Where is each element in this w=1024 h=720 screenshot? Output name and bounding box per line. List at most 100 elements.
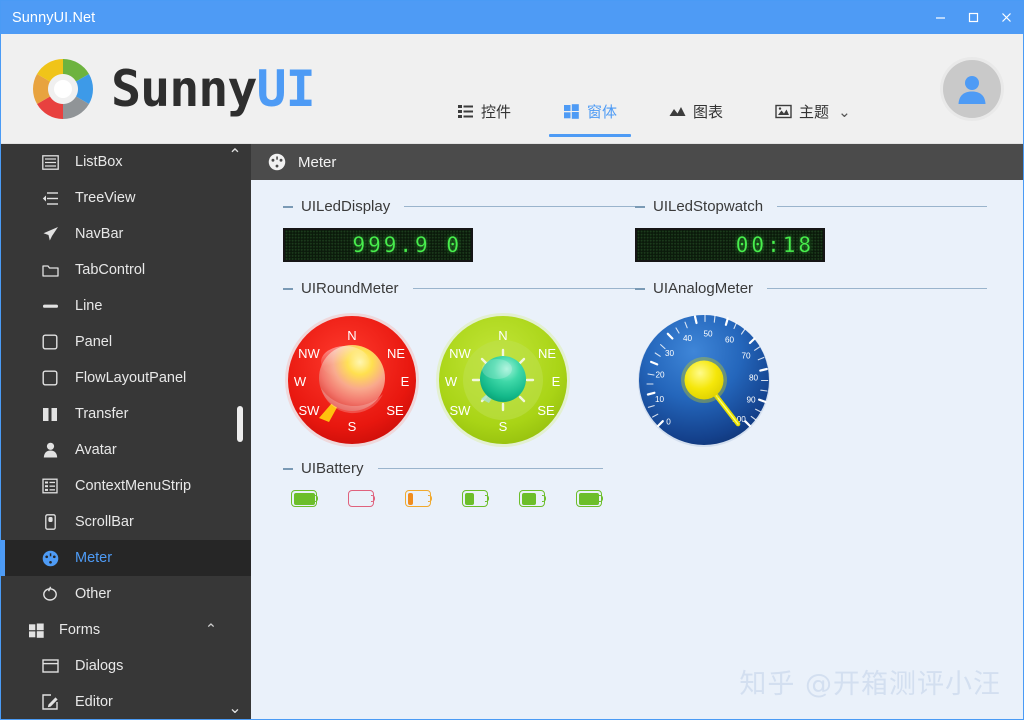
battery-low-orange[interactable] bbox=[405, 490, 432, 507]
sidebar-item-line[interactable]: Line bbox=[1, 288, 251, 324]
battery-mid-green-b[interactable] bbox=[519, 490, 546, 507]
windows-icon bbox=[27, 621, 45, 639]
battery-full-green[interactable] bbox=[291, 490, 318, 507]
section-title: UILedDisplay bbox=[301, 198, 391, 215]
close-button[interactable] bbox=[990, 1, 1023, 34]
sidebar-item-meter[interactable]: Meter bbox=[1, 540, 251, 576]
sidebar-item-label: Editor bbox=[75, 694, 113, 710]
battery-indicators bbox=[283, 490, 603, 507]
sidebar-item-treeview[interactable]: TreeView bbox=[1, 180, 251, 216]
section-dash bbox=[635, 205, 645, 208]
content-body: UILedDisplay 999.9 0 UILedStopwatch 00:1… bbox=[251, 180, 1023, 719]
content-header-title: Meter bbox=[298, 153, 337, 171]
sidebar-item-label: Panel bbox=[75, 334, 113, 350]
battery-mid-green-a[interactable] bbox=[462, 490, 489, 507]
section-header-analog-meter: UIAnalogMeter bbox=[635, 280, 987, 297]
battery-high-green[interactable] bbox=[576, 490, 603, 507]
section-dash bbox=[283, 467, 293, 470]
svg-text:60: 60 bbox=[725, 336, 735, 345]
compass-label-ne: NE bbox=[538, 346, 556, 361]
sidebar-item-label: FlowLayoutPanel bbox=[75, 370, 187, 386]
compass-label-e: E bbox=[552, 374, 561, 389]
svg-text:40: 40 bbox=[683, 334, 693, 343]
section-rule bbox=[767, 288, 987, 289]
sidebar-item-flowlayoutpanel[interactable]: FlowLayoutPanel bbox=[1, 360, 251, 396]
compass-label-se: SE bbox=[386, 403, 404, 418]
sidebar-item-label: Transfer bbox=[75, 406, 129, 422]
sidebar-item-dialogs[interactable]: Dialogs bbox=[1, 648, 251, 684]
sidebar-item-listbox[interactable]: ListBox bbox=[1, 144, 251, 180]
compass-label-e: E bbox=[401, 374, 410, 389]
uileddisplay[interactable]: 999.9 0 bbox=[283, 228, 473, 262]
nav-tab-charts[interactable]: 图表 bbox=[643, 34, 749, 143]
brand-wordmark-ui: UI bbox=[256, 59, 316, 118]
contextmenu-icon bbox=[41, 477, 59, 495]
sidebar-list: ListBox TreeView NavBar TabControl Line … bbox=[1, 144, 251, 719]
battery-cap bbox=[428, 495, 432, 502]
nav-tab-controls[interactable]: 控件 bbox=[431, 34, 537, 143]
minimize-icon bbox=[936, 17, 945, 19]
sidebar-item-tabcontrol[interactable]: TabControl bbox=[1, 252, 251, 288]
sidebar-item-other[interactable]: Other bbox=[1, 576, 251, 612]
sidebar-item-transfer[interactable]: Transfer bbox=[1, 396, 251, 432]
battery-cap bbox=[542, 495, 546, 502]
group-led-display: UILedDisplay 999.9 0 bbox=[283, 198, 635, 262]
compass-label-n: N bbox=[498, 328, 507, 343]
svg-text:0: 0 bbox=[666, 418, 671, 427]
sidebar-item-panel[interactable]: Panel bbox=[1, 324, 251, 360]
maximize-button[interactable] bbox=[957, 1, 990, 34]
section-rule bbox=[412, 288, 635, 289]
transfer-icon bbox=[41, 405, 59, 423]
sidebar-scrollbar-thumb[interactable] bbox=[237, 406, 243, 442]
svg-text:90: 90 bbox=[746, 396, 756, 405]
sidebar-item-scrollbar[interactable]: ScrollBar bbox=[1, 504, 251, 540]
section-header-led-display: UILedDisplay bbox=[283, 198, 635, 215]
sidebar-item-avatar[interactable]: Avatar bbox=[1, 432, 251, 468]
sidebar-item-label: Dialogs bbox=[75, 658, 124, 674]
section-title: UILedStopwatch bbox=[653, 198, 764, 215]
svg-text:10: 10 bbox=[655, 395, 665, 404]
section-dash bbox=[635, 287, 645, 290]
round-meter-green[interactable]: N NE E SE S SW W NW bbox=[429, 310, 577, 450]
nav-tab-themes[interactable]: 主题 ⌄ bbox=[749, 34, 891, 143]
group-battery: UIBattery bbox=[283, 460, 603, 507]
app-header: SunnyUI 控件 窗体 图表 主题 ⌄ bbox=[1, 34, 1023, 144]
watermark: 知乎 @开箱测评小汪 bbox=[739, 669, 1001, 700]
sidebar-item-contextmenustrip[interactable]: ContextMenuStrip bbox=[1, 468, 251, 504]
application-window: SunnyUI.Net SunnyUI 控件 窗体 图表 主题 ⌄ ⌃ List… bbox=[0, 0, 1024, 720]
round-meter-red[interactable]: N NE E SE S SW W NW bbox=[283, 310, 421, 450]
battery-empty-red[interactable] bbox=[348, 490, 375, 507]
compass-label-sw: SW bbox=[450, 403, 472, 418]
minimize-button[interactable] bbox=[924, 1, 957, 34]
avatar-icon bbox=[41, 441, 59, 459]
chevron-up-icon[interactable]: ⌃ bbox=[205, 622, 217, 638]
sidebar-group-label: Forms bbox=[59, 622, 101, 638]
user-avatar[interactable] bbox=[943, 59, 1001, 118]
nav-tab-forms[interactable]: 窗体 bbox=[537, 34, 643, 143]
compass-label-sw: SW bbox=[299, 403, 321, 418]
window-title: SunnyUI.Net bbox=[12, 9, 96, 26]
sidebar-item-label: TabControl bbox=[75, 262, 146, 278]
brand-logo: SunnyUI bbox=[1, 55, 316, 123]
section-dash bbox=[283, 205, 293, 208]
window-controls bbox=[924, 1, 1023, 34]
sidebar-scroll-down[interactable]: ⌄ bbox=[227, 700, 243, 717]
battery-cap bbox=[314, 495, 318, 502]
scrollbar-icon bbox=[41, 513, 59, 531]
row-battery: UIBattery bbox=[251, 460, 1023, 507]
windows-icon bbox=[563, 103, 580, 120]
analog-meter[interactable]: 0 10 20 30 40 50 60 70 80 90 100 bbox=[635, 310, 987, 450]
meter-icon bbox=[41, 549, 59, 567]
sidebar-group-forms[interactable]: Forms ⌃ bbox=[1, 612, 251, 648]
sidebar-item-label: ListBox bbox=[75, 154, 123, 170]
listbox-icon bbox=[41, 153, 59, 171]
uiledstopwatch[interactable]: 00:18 bbox=[635, 228, 825, 262]
chevron-down-icon[interactable]: ⌄ bbox=[836, 103, 865, 121]
content-header: Meter bbox=[251, 144, 1023, 180]
sidebar-item-navbar[interactable]: NavBar bbox=[1, 216, 251, 252]
body: ⌃ ListBox TreeView NavBar TabControl Lin… bbox=[1, 144, 1023, 719]
needle-hub bbox=[684, 360, 724, 400]
list-icon bbox=[457, 103, 474, 120]
sidebar-item-editor[interactable]: Editor bbox=[1, 684, 251, 719]
avatar-person-icon bbox=[958, 75, 986, 104]
